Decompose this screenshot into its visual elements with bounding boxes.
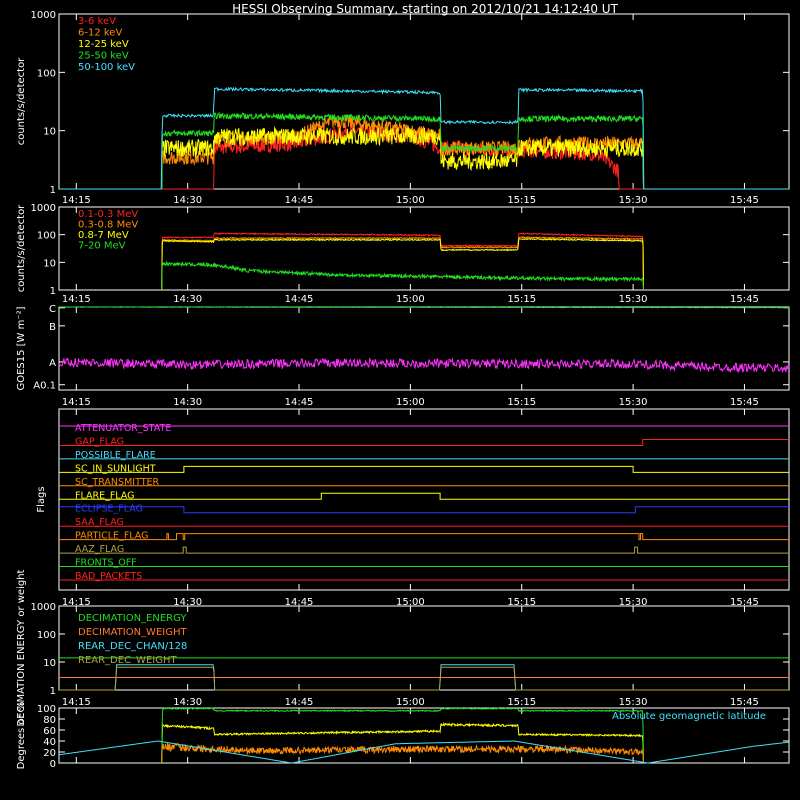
goes-xtick-label: 14:15 [62,397,91,408]
gamma-xtick-label: 14:15 [62,294,91,305]
gamma-xtick-label: 14:45 [285,294,314,305]
goes-xtick-label: 15:30 [619,397,648,408]
xray-xtick-label: 15:00 [396,195,425,206]
gamma-legend-entry: 0.1-0.3 MeV [78,209,138,220]
flag-label: SAA_FLAG [75,517,124,528]
xray-xtick-label: 14:15 [62,195,91,206]
decimation-legend-entry: REAR_DEC_CHAN/128 [78,641,187,652]
decimation-xtick-label: 15:30 [619,697,648,708]
decimation-legend-entry: DECIMATION_WEIGHT [78,627,187,638]
decimation-legend-entry: DECIMATION_ENERGY [78,613,187,624]
xray-xtick-label: 15:45 [730,195,759,206]
goes-ytick-label: B [49,322,56,333]
decimation-xtick-label: 15:45 [730,697,759,708]
flag-label: FLARE_FLAG [75,490,135,501]
gamma-legend-entry: 0.3-0.8 MeV [78,220,138,231]
gamma-ytick-label: 100 [37,231,56,242]
xray-legend-entry: 12-25 keV [78,39,129,50]
xray-legend-entry: 25-50 keV [78,51,129,62]
flag-label: BAD_PACKETS [75,571,142,582]
ratios-annotation: Absolute geomagnetic latitude [612,711,766,722]
ratios-ytick-label: 60 [43,726,56,737]
decimation-xtick-label: 14:30 [173,697,202,708]
goes-xtick-label: 15:15 [507,397,536,408]
flag-label: AAZ_FLAG [75,544,124,555]
flag-label: PARTICLE_FLAG [75,531,148,542]
ratios-ytick-label: 100 [37,704,56,715]
decimation-xtick-label: 15:00 [396,697,425,708]
gamma-xtick-label: 15:30 [619,294,648,305]
goes-ylabel: GOES15 [W m⁻²] [16,306,27,390]
flag-label: ECLIPSE_FLAG [75,504,143,515]
xray-ytick-label: 10 [43,127,56,138]
xray-xtick-label: 15:15 [507,195,536,206]
xray-legend-entry: 6-12 keV [78,28,122,39]
xray-ytick-label: 1 [50,185,56,196]
flag-label: SC_IN_SUNLIGHT [75,463,156,474]
gamma-legend-entry: 7-20 MeV [78,241,126,252]
gamma-ylabel: counts/s/detector [16,204,27,292]
xray-legend-entry: 50-100 keV [78,62,135,73]
decimation-ytick-label: 100 [37,630,56,641]
goes-xtick-label: 14:30 [173,397,202,408]
flag-label: POSSIBLE_FLARE [75,450,156,461]
decimation-legend-entry: REAR_DEC_WEIGHT [78,655,177,666]
decimation-xtick-label: 15:15 [507,697,536,708]
ratios-ytick-label: 0 [50,759,56,770]
decimation-ytick-label: 10 [43,658,56,669]
gamma-xtick-label: 15:00 [396,294,425,305]
goes-ytick-label: A [49,358,56,369]
ratios-ytick-label: 20 [43,748,56,759]
goes-ytick-label: C [49,304,56,315]
flags-ylabel: Flags [36,486,47,512]
flag-label: ATTENUATOR_STATE [75,423,171,434]
gamma-ytick-label: 10 [43,258,56,269]
ratios-ytick-label: 80 [43,715,56,726]
flag-label: GAP_FLAG [75,436,124,447]
flag-label: FRONTS_OFF [75,558,137,569]
gamma-xtick-label: 14:30 [173,294,202,305]
gamma-xtick-label: 15:15 [507,294,536,305]
xray-xtick-label: 15:30 [619,195,648,206]
gamma-xtick-label: 15:45 [730,294,759,305]
gamma-legend-entry: 0.8-7 MeV [78,230,129,241]
xray-xtick-label: 14:30 [173,195,202,206]
xray-xtick-label: 14:45 [285,195,314,206]
decimation-xtick-label: 14:45 [285,697,314,708]
xray-ytick-label: 100 [37,68,56,79]
goes-xtick-label: 14:45 [285,397,314,408]
decimation-xtick-label: 14:15 [62,697,91,708]
decimation-ytick-label: 1 [50,686,56,697]
decimation-ytick-label: 1000 [31,602,56,613]
xray-legend-entry: 3-6 keV [78,16,116,27]
gamma-ytick-label: 1 [50,286,56,297]
goes-xtick-label: 15:45 [730,397,759,408]
ratios-ylabel: Degrees or % [16,702,27,770]
goes-xtick-label: 15:00 [396,397,425,408]
goes-ytick-label: A0.1 [33,381,56,392]
ratios-ytick-label: 40 [43,737,56,748]
xray-ylabel: counts/s/detector [16,57,27,145]
xray-ytick-label: 1000 [31,10,56,21]
flag-label: SC_TRANSMITTER [75,477,160,488]
gamma-ytick-label: 1000 [31,203,56,214]
observing-summary-figure: HESSI Observing Summary, starting on 201… [0,0,800,800]
